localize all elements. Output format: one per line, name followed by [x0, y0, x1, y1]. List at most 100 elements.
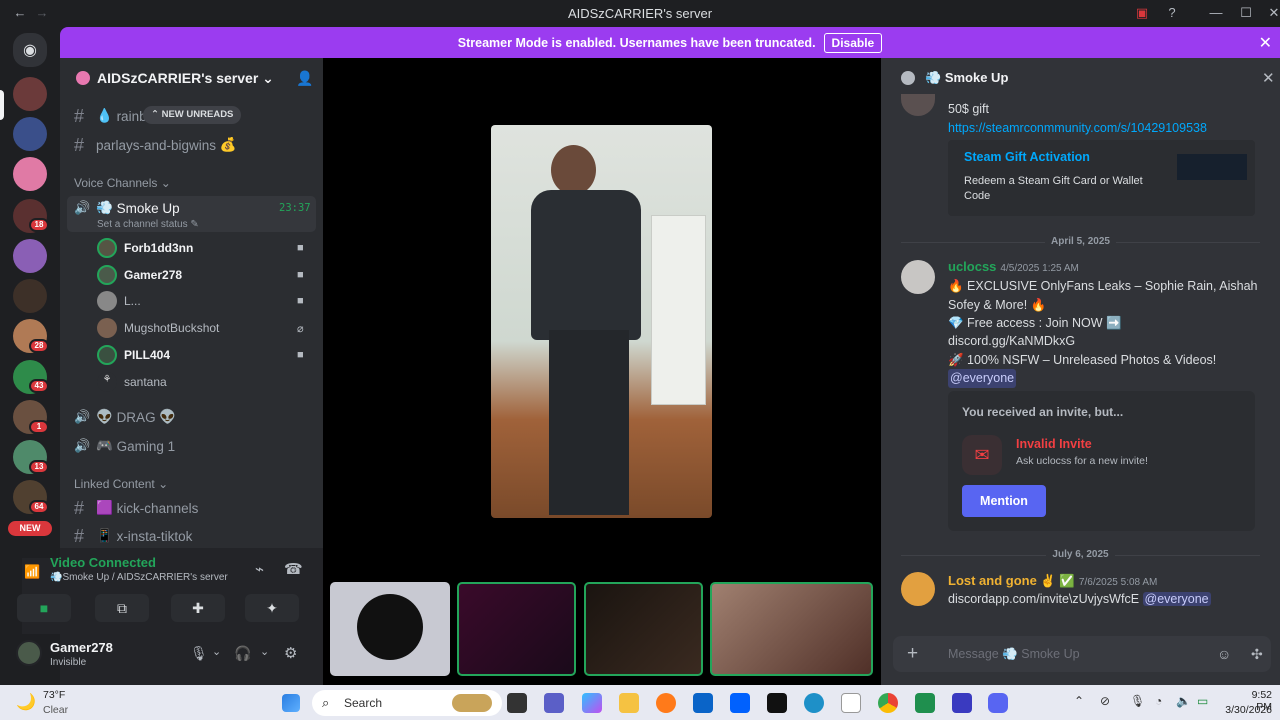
voice-text-chat: 💨 Smoke Up ✕ 50$ gift https://steamrconm…	[881, 58, 1280, 685]
volume-icon[interactable]: 🔈	[1176, 694, 1191, 708]
everyone-mention[interactable]: @everyone	[948, 369, 1017, 388]
server-icon[interactable]	[13, 77, 47, 111]
voice-user[interactable]: PILL404 ■	[97, 344, 304, 366]
mention-button[interactable]: Mention	[962, 485, 1046, 517]
inbox-icon[interactable]: ▣	[1132, 4, 1152, 22]
server-name[interactable]: AIDSzCARRIER's server ⌄	[97, 70, 274, 87]
tray-chevron-icon[interactable]: ⌃	[1074, 694, 1084, 708]
new-pill[interactable]: NEW	[8, 521, 52, 536]
video-tile[interactable]	[584, 582, 703, 676]
server-icon[interactable]	[13, 157, 47, 191]
channel-insta[interactable]: # 📱 x-insta-tiktok	[74, 525, 192, 547]
mail-icon[interactable]	[693, 693, 713, 713]
voice-user[interactable]: L... ■	[97, 290, 304, 312]
activities-button[interactable]: ✚	[171, 594, 225, 622]
embed-title[interactable]: Steam Gift Activation	[964, 150, 1090, 164]
task-view-icon[interactable]	[507, 693, 527, 713]
new-unreads-pill[interactable]: ⌃ NEW UNREADS	[143, 106, 242, 124]
windows-start-icon[interactable]	[282, 694, 300, 712]
message-link[interactable]: https://steamrconmmunity.com/s/104291095…	[948, 119, 1207, 138]
avatar[interactable]	[901, 260, 935, 294]
notion-icon[interactable]	[767, 693, 787, 713]
emoji-icon[interactable]: ☺	[1217, 646, 1231, 662]
voice-user[interactable]: ⚘ santana	[97, 371, 167, 393]
chrome-icon[interactable]	[878, 693, 898, 713]
chevron-down-icon[interactable]: ⌄	[260, 645, 269, 658]
disable-button[interactable]: Disable	[823, 32, 883, 53]
unread-badge: 28	[29, 339, 49, 353]
server-icon[interactable]	[13, 279, 47, 313]
headphones-icon[interactable]: 🎧	[234, 645, 251, 662]
close-chat-icon[interactable]: ✕	[1262, 69, 1275, 87]
camera-toggle-button[interactable]: ■	[17, 594, 71, 622]
add-attachment-icon[interactable]: +	[907, 643, 918, 665]
video-stage	[323, 58, 881, 685]
app-icon[interactable]	[952, 693, 972, 713]
video-tile[interactable]	[330, 582, 450, 676]
voice-status[interactable]: Video Connected	[50, 555, 156, 570]
voice-user[interactable]: Forb1dd3nn ■	[97, 237, 304, 259]
voice-user[interactable]: MugshotBuckshot ⌀	[97, 317, 304, 339]
voice-category[interactable]: Voice Channels ⌄	[74, 176, 171, 190]
close-window-icon[interactable]: ✕	[1264, 4, 1280, 22]
minimize-icon[interactable]: —	[1206, 4, 1226, 22]
notepad-icon[interactable]	[841, 693, 861, 713]
channel-status-hint[interactable]: Set a channel status ✎	[97, 219, 199, 230]
message-input[interactable]: Message 💨 Smoke Up	[948, 647, 1080, 662]
signal-icon[interactable]: 📶	[24, 564, 40, 580]
edge-icon[interactable]	[804, 693, 824, 713]
mic-icon[interactable]: 🎙	[190, 645, 208, 662]
mic-tray-icon[interactable]: 🎙	[1130, 694, 1145, 708]
unread-badge: 18	[29, 218, 49, 232]
app-icon[interactable]	[915, 693, 935, 713]
linked-category[interactable]: Linked Content ⌄	[74, 477, 168, 491]
channel-rainbow[interactable]: # 💧 rainb	[74, 105, 147, 127]
focused-video[interactable]	[491, 125, 712, 518]
voice-channel-smoke-up[interactable]: 🔊 💨 Smoke Up	[74, 197, 180, 219]
screen-share-button[interactable]: ⧉	[95, 594, 149, 622]
avatar[interactable]	[901, 572, 935, 606]
discord-home-icon[interactable]: ◉	[13, 33, 47, 67]
firefox-icon[interactable]	[656, 693, 676, 713]
noise-suppression-icon[interactable]: ⌁	[255, 560, 264, 578]
unread-badge: 64	[29, 500, 49, 514]
account-name[interactable]: Gamer278	[50, 640, 113, 655]
voice-user[interactable]: Gamer278 ■	[97, 264, 304, 286]
weather-icon[interactable]: 🌙	[16, 692, 36, 712]
add-member-icon[interactable]: 👤	[296, 70, 313, 87]
dropbox-icon[interactable]	[730, 693, 750, 713]
everyone-mention[interactable]: @everyone	[1142, 592, 1211, 606]
avatar	[97, 265, 117, 285]
settings-gear-icon[interactable]: ⚙	[284, 644, 297, 662]
disconnect-icon[interactable]: ☎	[284, 560, 303, 578]
soundboard-button[interactable]: ✦	[245, 594, 299, 622]
avatar[interactable]	[16, 640, 42, 666]
camera-icon: ■	[297, 242, 304, 254]
clock-date[interactable]: 3/30/2026	[1222, 704, 1272, 716]
copilot-icon[interactable]	[582, 693, 602, 713]
voice-channel-drag[interactable]: 🔊 👽 DRAG 👽	[74, 406, 176, 428]
discord-taskbar-icon[interactable]	[988, 693, 1008, 713]
weather-temp[interactable]: 73°F	[43, 689, 65, 701]
close-banner-icon[interactable]: ✕	[1259, 33, 1272, 53]
file-explorer-icon[interactable]	[619, 693, 639, 713]
channel-parlays[interactable]: # parlays-and-bigwins 💰	[74, 134, 237, 156]
channel-kick[interactable]: # 🟪 kick-channels	[74, 497, 198, 519]
video-tile[interactable]	[710, 582, 873, 676]
battery-icon[interactable]: ▭	[1197, 694, 1208, 708]
wifi-icon[interactable]: ◔	[1155, 694, 1162, 708]
teams-icon[interactable]	[544, 693, 564, 713]
video-tile[interactable]	[457, 582, 576, 676]
voice-location[interactable]: 💨Smoke Up / AIDSzCARRIER's server	[50, 572, 228, 583]
voice-channel-gaming[interactable]: 🔊 🎮 Gaming 1	[74, 435, 175, 457]
apps-icon[interactable]: ✣	[1251, 646, 1263, 663]
voice-duration: 23:37	[279, 202, 311, 214]
tray-icon[interactable]: ⊘	[1100, 694, 1110, 708]
taskbar-search[interactable]: ⌕ Search	[312, 690, 502, 716]
search-label: Search	[344, 696, 383, 710]
maximize-icon[interactable]: ☐	[1236, 4, 1256, 22]
server-icon[interactable]	[13, 117, 47, 151]
server-icon[interactable]	[13, 239, 47, 273]
chevron-down-icon[interactable]: ⌄	[212, 645, 221, 658]
help-icon[interactable]: ?	[1162, 4, 1182, 22]
